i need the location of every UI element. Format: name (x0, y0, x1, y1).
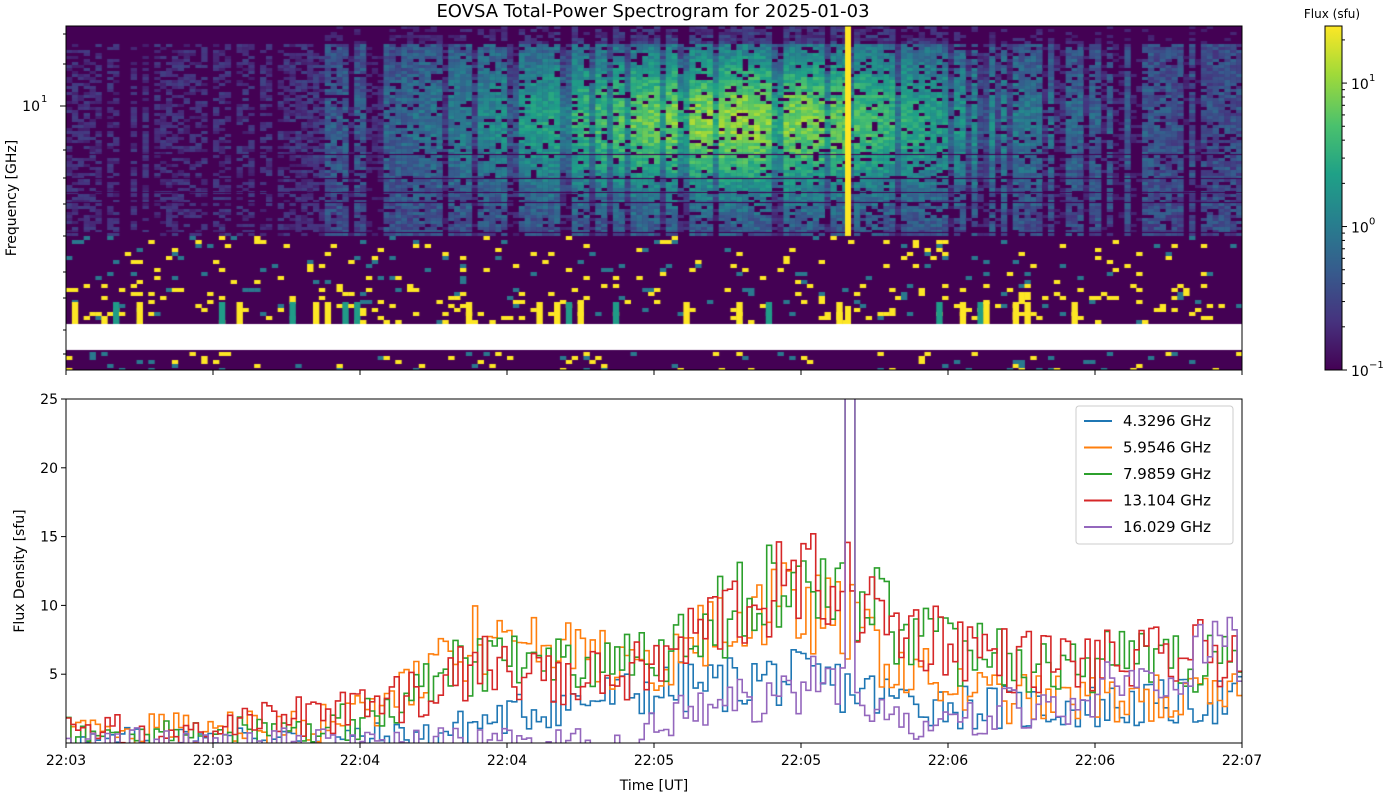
spectrogram-y-axis: 10 1 Frequency [GHz] (4, 33, 66, 355)
lightcurve-frame (65, 398, 1243, 744)
x-tick-label: 22:06 (928, 753, 968, 769)
y-tick-exponent: 1 (41, 94, 47, 105)
y-tick-label: 20 (40, 461, 58, 477)
colorbar-ticks: 10 −110 010 1 (1342, 39, 1384, 380)
colorbar-tick-label: 10 (1351, 77, 1369, 93)
x-tick-label: 22:04 (487, 753, 527, 769)
legend-label: 7.9859 GHz (1123, 465, 1211, 483)
y-tick-label-10: 10 (22, 99, 40, 115)
x-tick-label: 22:03 (193, 753, 233, 769)
spectrogram-heatmap (66, 26, 1242, 370)
series-line (79, 649, 1242, 743)
x-tick-label: 22:06 (1075, 753, 1115, 769)
colorbar-tick-label: 10 (1351, 364, 1369, 380)
spectrogram-title: EOVSA Total-Power Spectrogram for 2025-0… (436, 1, 869, 22)
x-tick-label: 22:03 (46, 753, 86, 769)
colorbar-tick-exponent: −1 (1369, 360, 1384, 371)
lightcurve-series (66, 399, 1242, 743)
figure: EOVSA Total-Power Spectrogram for 2025-0… (4, 1, 1384, 794)
legend: 4.3296 GHz 5.9546 GHz 7.9859 GHz 13.104 GHz… (1075, 405, 1234, 545)
colorbar-tick-exponent: 1 (1369, 73, 1375, 84)
legend-label: 4.3296 GHz (1123, 412, 1211, 430)
x-tick-label: 22:05 (781, 753, 821, 769)
spectrogram-x-ticks (65, 370, 1243, 375)
legend-label: 13.104 GHz (1123, 492, 1211, 510)
y-tick-label: 15 (40, 530, 58, 546)
lightcurve-ylabel: Flux Density [sfu] (12, 509, 28, 632)
x-tick-label: 22:07 (1222, 753, 1262, 769)
legend-label: 16.029 GHz (1123, 518, 1211, 536)
x-tick-label: 22:05 (634, 753, 674, 769)
lightcurve-plot: 5 10 15 20 25 22:03 22:03 22:04 22:04 22:05 22:05… (12, 392, 1262, 794)
colorbar-tick-exponent: 0 (1369, 217, 1375, 228)
y-tick-label: 5 (49, 667, 58, 683)
lightcurve-x-ticks: 22:03 22:03 22:04 22:04 22:05 22:05 22:06 22:06… (46, 743, 1262, 769)
heatmap-image (66, 26, 1242, 370)
lightcurve-y-ticks: 5 10 15 20 25 (40, 392, 66, 683)
series-line (66, 399, 1242, 743)
y-tick-label: 10 (40, 598, 58, 614)
colorbar-gradient (1324, 25, 1343, 371)
spectrogram-ylabel: Frequency [GHz] (4, 140, 20, 256)
legend-label: 5.9546 GHz (1123, 439, 1211, 457)
lightcurve-xlabel: Time [UT] (619, 778, 688, 794)
colorbar-label: Flux (sfu) (1304, 7, 1360, 21)
colorbar: Flux (sfu) 10 −110 010 1 (1304, 7, 1384, 380)
y-tick-label: 25 (40, 392, 58, 408)
x-tick-label: 22:04 (340, 753, 380, 769)
colorbar-tick-label: 10 (1351, 221, 1369, 237)
